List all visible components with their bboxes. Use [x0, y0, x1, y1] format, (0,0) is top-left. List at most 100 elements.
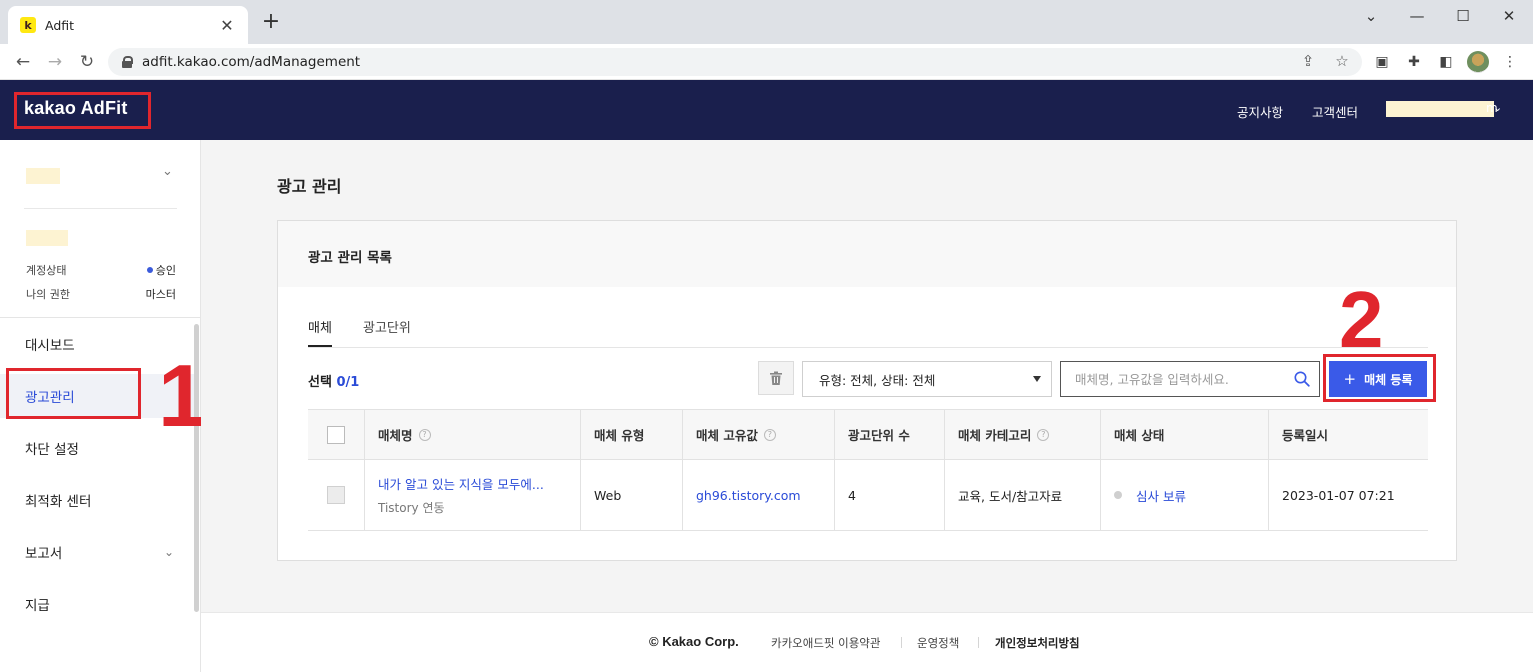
support-link[interactable]: 고객센터	[1312, 102, 1358, 121]
search-icon[interactable]	[1294, 371, 1310, 387]
tab-title: Adfit	[45, 17, 75, 33]
extensions-puzzle-icon[interactable]: ✚	[1404, 52, 1424, 72]
tab-ad-unit[interactable]: 광고단위	[363, 317, 411, 336]
annotation-highlight-logo	[14, 92, 151, 129]
col-registered: 등록일시	[1282, 428, 1329, 443]
account-selector-redacted[interactable]	[26, 168, 60, 184]
col-media-id: 매체 고유값?	[683, 410, 835, 459]
table-row: 내가 알고 있는 지식을 모두에... Tistory 연동 Web gh96.…	[308, 460, 1428, 531]
filter-value: 유형: 전체, 상태: 전체	[819, 372, 936, 388]
tab-media[interactable]: 매체	[308, 317, 332, 347]
user-menu-chevron-icon[interactable]: ⌄	[1493, 101, 1502, 114]
sidebar: ⌄ 계정상태 승인 나의 권한 마스터 대시보드 광고관리 차단 설정 최적화 …	[0, 140, 207, 672]
sidebar-divider	[24, 208, 177, 209]
notice-link[interactable]: 공지사항	[1237, 102, 1283, 121]
sidebar-item-label: 차단 설정	[25, 442, 79, 458]
close-tab-icon[interactable]: ✕	[218, 16, 236, 35]
account-name-redacted	[26, 230, 68, 246]
footer: © Kakao Corp. 카카오애드핏 이용약관 운영정책 개인정보처리방침	[201, 612, 1533, 672]
tab-label: 매체	[308, 321, 332, 336]
lock-icon	[122, 56, 133, 68]
copyright: © Kakao Corp.	[649, 634, 739, 649]
share-icon[interactable]: ⇪	[1298, 52, 1318, 70]
window-close-icon[interactable]: ✕	[1486, 4, 1532, 28]
row-checkbox-cell	[308, 460, 365, 530]
help-icon[interactable]: ?	[1037, 428, 1050, 441]
terms-link[interactable]: 카카오애드핏 이용약관	[771, 635, 880, 651]
ad-management-card: 광고 관리 목록 매체 광고단위 선택 0/1 유형: 전체, 상태: 전체 매…	[277, 220, 1457, 561]
help-icon[interactable]: ?	[418, 428, 431, 441]
main-content: 광고 관리 광고 관리 목록 매체 광고단위 선택 0/1 유형: 전체, 상태…	[201, 140, 1533, 612]
browser-tabstrip: k Adfit ✕ + ⌄ — ☐ ✕	[0, 0, 1533, 44]
selection-count: 선택 0/1	[308, 375, 360, 390]
tab-search-chevron-icon[interactable]: ⌄	[1348, 4, 1394, 28]
app-header: kakao AdFit 공지사항 고객센터 m ⌄	[0, 80, 1533, 140]
address-bar: ← → ↻ adfit.kakao.com/adManagement ⇪ ☆ ▣…	[0, 44, 1533, 80]
minimize-icon[interactable]: —	[1394, 4, 1440, 28]
footer-divider	[901, 637, 902, 648]
annotation-step-1: 1	[158, 346, 207, 445]
media-source: Tistory 연동	[378, 501, 445, 515]
col-status: 매체 상태	[1101, 410, 1269, 459]
header-checkbox-cell	[308, 410, 365, 459]
policy-link[interactable]: 운영정책	[917, 635, 959, 651]
sidebar-separator	[0, 317, 200, 318]
type-status-filter-select[interactable]: 유형: 전체, 상태: 전체	[802, 361, 1052, 397]
tab-label: 광고단위	[363, 321, 411, 336]
reload-icon[interactable]: ↻	[75, 50, 99, 74]
browser-tab[interactable]: k Adfit ✕	[8, 6, 248, 44]
maximize-icon[interactable]: ☐	[1440, 4, 1486, 28]
sidebar-item-label: 최적화 센터	[25, 494, 92, 510]
registered-cell: 2023-01-07 07:21	[1282, 487, 1395, 503]
new-tab-icon[interactable]: +	[258, 10, 284, 34]
account-chevron-down-icon[interactable]: ⌄	[162, 164, 173, 179]
annotation-highlight-ad-management	[6, 368, 141, 419]
profile-avatar[interactable]	[1467, 51, 1489, 73]
status-link[interactable]: 심사 보류	[1136, 486, 1186, 505]
col-unit-count: 광고단위 수	[835, 410, 945, 459]
my-role-label: 나의 권한	[26, 288, 70, 301]
page-title: 광고 관리	[277, 177, 342, 196]
bookmark-star-icon[interactable]: ☆	[1332, 52, 1352, 70]
table-header: 매체명? 매체 유형 매체 고유값? 광고단위 수 매체 카테고리? 매체 상태…	[308, 409, 1428, 460]
search-input[interactable]	[1061, 362, 1281, 396]
media-name-link[interactable]: 내가 알고 있는 지식을 모두에...	[378, 474, 544, 493]
trash-icon	[770, 371, 782, 385]
browser-menu-icon[interactable]: ⋮	[1500, 52, 1520, 72]
col-media-type: 매체 유형	[581, 410, 683, 459]
tabs-divider	[308, 347, 1428, 348]
kakao-favicon-icon: k	[20, 17, 36, 33]
back-icon[interactable]: ←	[11, 50, 35, 74]
help-icon[interactable]: ?	[763, 428, 776, 441]
status-dot-icon	[1114, 491, 1122, 499]
forward-icon[interactable]: →	[43, 50, 67, 74]
card-header: 광고 관리 목록	[278, 221, 1456, 287]
category-cell: 교육, 도서/참고자료	[945, 460, 1101, 530]
user-account-redacted[interactable]	[1386, 101, 1494, 117]
status-dot-icon	[146, 267, 153, 273]
media-name-cell: 내가 알고 있는 지식을 모두에... Tistory 연동	[365, 460, 581, 530]
account-status-label: 계정상태	[26, 264, 67, 277]
row-checkbox[interactable]	[327, 486, 345, 504]
side-panel-icon[interactable]: ◧	[1436, 52, 1456, 72]
url-text[interactable]: adfit.kakao.com/adManagement	[142, 54, 360, 70]
media-id-link[interactable]: gh96.tistory.com	[696, 488, 801, 503]
chevron-down-icon: ⌄	[163, 545, 174, 559]
sidebar-item-reports[interactable]: 보고서 ⌄	[0, 530, 196, 574]
media-type-cell: Web	[581, 460, 683, 530]
unit-count-cell: 4	[835, 460, 945, 530]
sidebar-item-label: 보고서	[25, 546, 63, 562]
col-category: 매체 카테고리?	[945, 410, 1101, 459]
sidebar-item-label: 대시보드	[25, 338, 75, 354]
media-id-cell: gh96.tistory.com	[683, 460, 835, 530]
my-role-value: 마스터	[145, 288, 176, 301]
search-box	[1060, 361, 1320, 397]
col-media-name: 매체명?	[365, 410, 581, 459]
delete-button[interactable]	[758, 361, 794, 395]
select-all-checkbox[interactable]	[327, 425, 345, 444]
sidebar-item-payment[interactable]: 지급	[0, 582, 196, 626]
sidebar-item-optimization-center[interactable]: 최적화 센터	[0, 478, 196, 522]
omnibox[interactable]: adfit.kakao.com/adManagement ⇪ ☆	[108, 48, 1362, 76]
media-icon[interactable]: ▣	[1372, 52, 1392, 72]
privacy-link[interactable]: 개인정보처리방침	[995, 635, 1080, 651]
